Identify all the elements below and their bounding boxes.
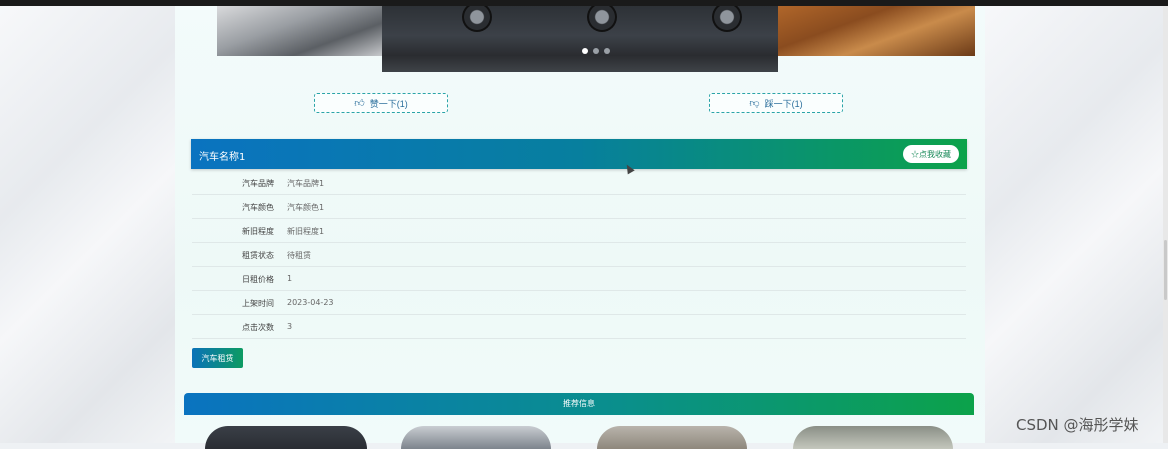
scrollbar-track[interactable]: [1163, 6, 1168, 443]
field-label: 新旧程度: [242, 227, 274, 236]
field-label: 汽车颜色: [242, 203, 274, 212]
field-value: 2023-04-23: [287, 298, 334, 307]
carousel-indicators: [582, 48, 610, 54]
carousel-slide-previous[interactable]: [217, 6, 382, 56]
like-label: 赞一下(1): [369, 98, 408, 109]
field-label: 点击次数: [242, 323, 274, 332]
image-carousel[interactable]: [217, 6, 975, 72]
info-row: 新旧程度 新旧程度1: [192, 218, 966, 243]
car-wheel-image: [712, 6, 742, 32]
field-value: 汽车品牌1: [287, 179, 325, 188]
info-row: 日租价格 1: [192, 266, 966, 291]
watermark-text: CSDN @海彤学妹: [1016, 416, 1139, 434]
info-row: 上架时间 2023-04-23: [192, 290, 966, 315]
carousel-dot-2[interactable]: [593, 48, 599, 54]
like-button[interactable]: 👍︎ 赞一下(1): [314, 93, 448, 113]
detail-header: 汽车名称1 ☆点我收藏: [191, 139, 967, 169]
background-right: [985, 6, 1168, 443]
thumbs-up-icon: 👍︎: [354, 98, 365, 109]
carousel-slide-next[interactable]: [778, 6, 975, 56]
rent-car-button[interactable]: 汽车租赁: [192, 348, 243, 368]
info-row: 点击次数 3: [192, 314, 966, 339]
recommend-item-image[interactable]: [597, 426, 747, 449]
field-value: 待租赁: [287, 251, 311, 260]
favorite-button[interactable]: ☆点我收藏: [903, 145, 959, 163]
dislike-button[interactable]: 👎︎ 踩一下(1): [709, 93, 843, 113]
field-value: 汽车颜色1: [287, 203, 325, 212]
car-wheel-image: [587, 6, 617, 32]
field-label: 租赁状态: [242, 251, 274, 260]
carousel-dot-3[interactable]: [604, 48, 610, 54]
dislike-label: 踩一下(1): [764, 98, 803, 109]
field-value: 3: [287, 322, 293, 331]
field-label: 汽车品牌: [242, 179, 274, 188]
recommend-header: 推荐信息: [184, 393, 974, 415]
scrollbar-thumb[interactable]: [1164, 240, 1167, 300]
info-row: 租赁状态 待租赁: [192, 242, 966, 267]
carousel-dot-1[interactable]: [582, 48, 588, 54]
recommend-item-image[interactable]: [401, 426, 551, 449]
field-label: 日租价格: [242, 275, 274, 284]
field-value: 1: [287, 274, 293, 283]
info-row: 汽车品牌 汽车品牌1: [192, 170, 966, 195]
background-left: [0, 6, 175, 443]
car-name-title: 汽车名称1: [199, 152, 246, 163]
recommend-item-image[interactable]: [793, 426, 953, 449]
car-wheel-image: [462, 6, 492, 32]
main-content: 👍︎ 赞一下(1) 👎︎ 踩一下(1) 汽车名称1 ☆点我收藏 汽车品牌 汽车品…: [175, 6, 985, 449]
info-row: 汽车颜色 汽车颜色1: [192, 194, 966, 219]
recommend-item-image[interactable]: [205, 426, 367, 449]
field-label: 上架时间: [242, 299, 274, 308]
carousel-slide-current[interactable]: [382, 6, 778, 72]
field-value: 新旧程度1: [287, 227, 325, 236]
thumbs-down-icon: 👎︎: [749, 98, 760, 109]
